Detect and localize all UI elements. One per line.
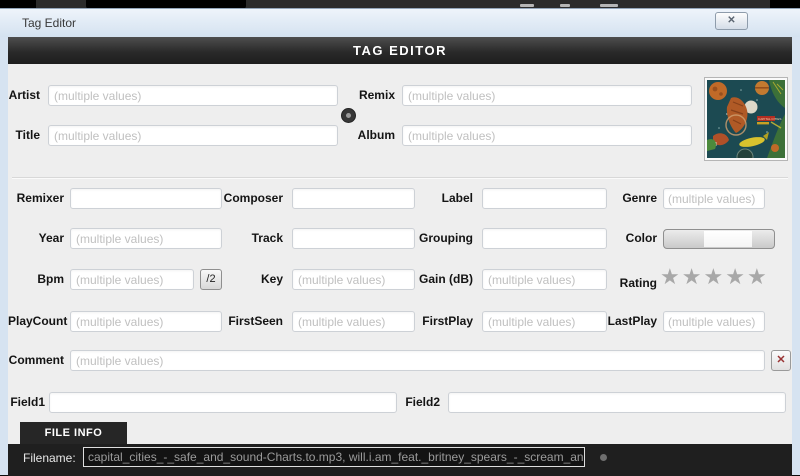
grouping-input[interactable] [482, 228, 607, 249]
link-toggle-knob[interactable] [341, 108, 356, 123]
firstseen-input[interactable] [292, 311, 415, 332]
field1-input[interactable] [49, 392, 397, 413]
field2-label: Field2 [403, 392, 440, 413]
track-label: Track [223, 228, 283, 249]
field2-input[interactable] [448, 392, 786, 413]
album-art-caption: CAPITAL CITIES [758, 117, 781, 121]
filename-value[interactable]: capital_cities_-_safe_and_sound-Charts.t… [83, 447, 585, 467]
bpm-halve-button[interactable]: /2 [200, 269, 222, 290]
remixer-label: Remixer [8, 188, 64, 209]
album-label: Album [335, 125, 395, 146]
firstseen-label: FirstSeen [223, 311, 283, 332]
year-label: Year [8, 228, 64, 249]
gain-label: Gain (dB) [411, 269, 473, 290]
background-window-fragment [560, 4, 570, 7]
tag-editor-header: TAG EDITOR [8, 37, 792, 64]
section-divider [12, 177, 788, 179]
window-titlebar[interactable]: Tag Editor ✕ [0, 9, 800, 37]
playcount-label: PlayCount [8, 311, 64, 332]
genre-input[interactable] [663, 188, 765, 209]
rating-stars[interactable]: ★★★★★ [660, 263, 769, 291]
playcount-input[interactable] [70, 311, 222, 332]
composer-label: Composer [223, 188, 283, 209]
remix-label: Remix [335, 85, 395, 106]
bpm-input[interactable] [70, 269, 194, 290]
firstplay-input[interactable] [482, 311, 607, 332]
key-label: Key [223, 269, 283, 290]
color-slider[interactable] [663, 229, 775, 249]
genre-label: Genre [597, 188, 657, 209]
dialog-content: TAG EDITOR Artist Remix Title Album [8, 37, 792, 476]
knob-dot-icon [346, 113, 351, 118]
firstplay-label: FirstPlay [411, 311, 473, 332]
year-input[interactable] [70, 228, 222, 249]
gain-input[interactable] [482, 269, 607, 290]
album-art-image: CAPITAL CITIES [707, 80, 785, 158]
background-window-fragment [600, 4, 618, 7]
album-input[interactable] [402, 125, 692, 146]
remixer-input[interactable] [70, 188, 222, 209]
grouping-label: Grouping [411, 228, 473, 249]
title-input[interactable] [48, 125, 338, 146]
close-icon: ✕ [727, 15, 735, 26]
field1-label: Field1 [10, 392, 45, 413]
red-x-icon: ✕ [776, 354, 785, 366]
tag-editor-dialog: Tag Editor ✕ TAG EDITOR Artist Remix Tit… [0, 8, 800, 475]
composer-input[interactable] [292, 188, 415, 209]
artist-input[interactable] [48, 85, 338, 106]
comment-clear-button[interactable]: ✕ [771, 350, 791, 371]
rating-label: Rating [597, 273, 657, 294]
rating-star[interactable]: ★ [682, 264, 704, 289]
file-bar-dot-icon [600, 454, 607, 461]
rating-star[interactable]: ★ [747, 264, 769, 289]
bpm-label: Bpm [8, 269, 64, 290]
label-label: Label [411, 188, 473, 209]
artist-label: Artist [8, 85, 40, 106]
window-close-button[interactable]: ✕ [715, 12, 748, 30]
lastplay-input[interactable] [663, 311, 765, 332]
color-slider-thumb[interactable] [704, 231, 752, 247]
comment-input[interactable] [70, 350, 765, 371]
rating-star[interactable]: ★ [703, 264, 725, 289]
comment-label: Comment [8, 350, 64, 371]
filename-label: Filename: [23, 451, 76, 465]
label-input[interactable] [482, 188, 607, 209]
remix-input[interactable] [402, 85, 692, 106]
track-input[interactable] [292, 228, 415, 249]
file-info-bar: Filename: capital_cities_-_safe_and_soun… [8, 444, 792, 476]
rating-star[interactable]: ★ [725, 264, 747, 289]
window-title: Tag Editor [22, 16, 76, 30]
album-cover-art[interactable]: CAPITAL CITIES [705, 78, 787, 160]
color-label: Color [597, 228, 657, 249]
rating-star[interactable]: ★ [660, 264, 682, 289]
lastplay-label: LastPlay [597, 311, 657, 332]
background-window-fragment [520, 4, 534, 7]
title-label: Title [8, 125, 40, 146]
tab-file-info[interactable]: FILE INFO [20, 422, 127, 444]
key-input[interactable] [292, 269, 415, 290]
